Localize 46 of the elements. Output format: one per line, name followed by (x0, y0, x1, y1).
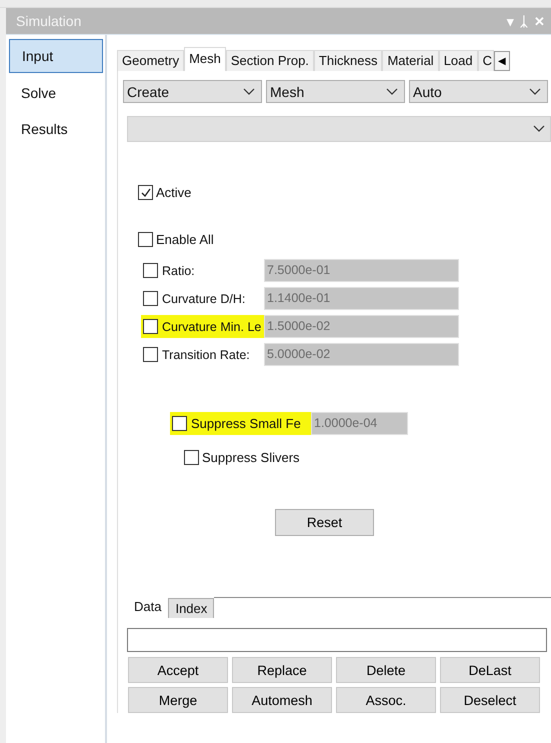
checkbox[interactable] (184, 450, 199, 465)
chevron-down-icon (533, 125, 545, 133)
checkbox[interactable] (143, 263, 158, 278)
checkbox-label: Transition Rate: (162, 348, 250, 362)
checkbox[interactable] (138, 185, 153, 200)
dropdown[interactable]: Auto (409, 80, 548, 103)
tab[interactable]: Mesh (184, 47, 226, 71)
checkbox-label: Curvature Min. Le (162, 320, 262, 334)
sidebar-item[interactable]: Solve (9, 77, 103, 109)
checkbox[interactable] (143, 347, 158, 362)
tab[interactable]: Material (382, 50, 439, 71)
reset-button[interactable]: Reset (275, 509, 374, 536)
checkbox-label: Ratio: (162, 264, 195, 278)
checkbox-label: Enable All (156, 232, 214, 247)
sidebar-item[interactable]: Results (9, 113, 103, 145)
dropdown[interactable]: Create (123, 80, 262, 103)
window-title: Simulation (16, 13, 82, 29)
action-button[interactable]: DeLast (440, 657, 540, 683)
sidebar-item[interactable]: Input (9, 39, 103, 73)
chevron-down-icon (243, 88, 255, 96)
checkbox-label: Suppress Small Fe (191, 416, 301, 431)
tab[interactable]: Geometry (117, 50, 184, 71)
action-button[interactable]: Assoc. (336, 687, 436, 713)
checkbox[interactable] (138, 232, 153, 247)
tab[interactable]: C (478, 50, 494, 71)
action-button[interactable]: Replace (232, 657, 332, 683)
checkbox-label: Suppress Slivers (202, 450, 300, 465)
checkbox[interactable] (172, 416, 187, 431)
action-button[interactable]: Merge (128, 687, 228, 713)
action-button[interactable]: Delete (336, 657, 436, 683)
input-field[interactable] (127, 628, 547, 652)
tab[interactable]: Thickness (314, 50, 382, 71)
action-button[interactable]: Deselect (440, 687, 540, 713)
checkbox[interactable] (143, 291, 158, 306)
tab[interactable]: Section Prop. (226, 50, 314, 71)
action-button[interactable]: Automesh (232, 687, 332, 713)
tab[interactable]: Index (168, 598, 214, 618)
action-button[interactable]: Accept (128, 657, 228, 683)
dropdown[interactable]: Mesh (266, 80, 405, 103)
tab-scroll-button[interactable]: ◀ (494, 51, 510, 71)
checkbox[interactable] (143, 319, 158, 334)
checkbox-label: Active (156, 185, 192, 200)
checkbox-label: Curvature D/H: (162, 292, 246, 306)
chevron-down-icon (529, 88, 541, 96)
tab[interactable]: Load (438, 50, 478, 71)
chevron-down-icon (386, 88, 398, 96)
